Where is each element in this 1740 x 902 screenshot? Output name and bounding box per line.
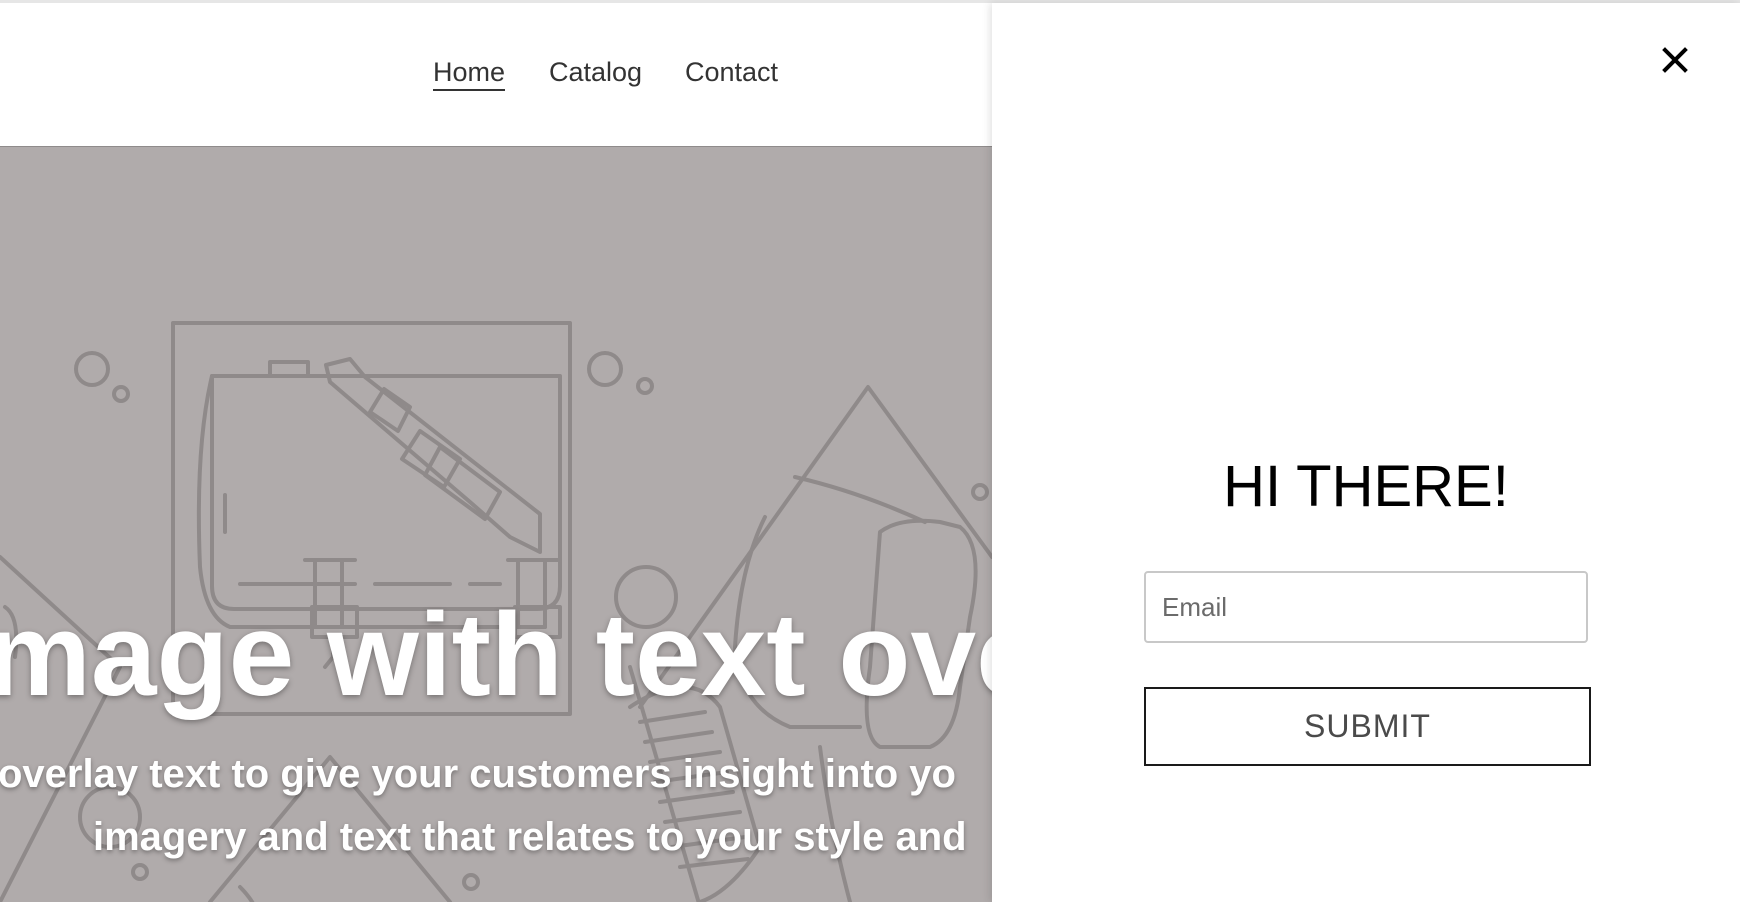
hero-text-line-1: overlay text to give your customers insi…: [0, 752, 956, 796]
close-button[interactable]: [1658, 43, 1692, 77]
greeting-heading: HI THERE!: [1223, 454, 1509, 519]
hero-text-line-2: imagery and text that relates to your st…: [93, 815, 967, 859]
submit-button[interactable]: SUBMIT: [1144, 687, 1591, 766]
nav-home-link[interactable]: Home: [433, 59, 506, 91]
site-header: Home Catalog Contact: [0, 3, 992, 147]
email-field[interactable]: [1144, 571, 1588, 643]
nav-contact-link[interactable]: Contact: [685, 59, 778, 86]
nav-catalog-link[interactable]: Catalog: [549, 59, 642, 86]
close-icon: [1662, 47, 1688, 73]
newsletter-drawer: HI THERE! SUBMIT: [992, 3, 1740, 902]
hero-image-overlay: mage with text ove overlay text to give …: [0, 147, 992, 902]
hero-title: mage with text ove: [0, 589, 992, 721]
